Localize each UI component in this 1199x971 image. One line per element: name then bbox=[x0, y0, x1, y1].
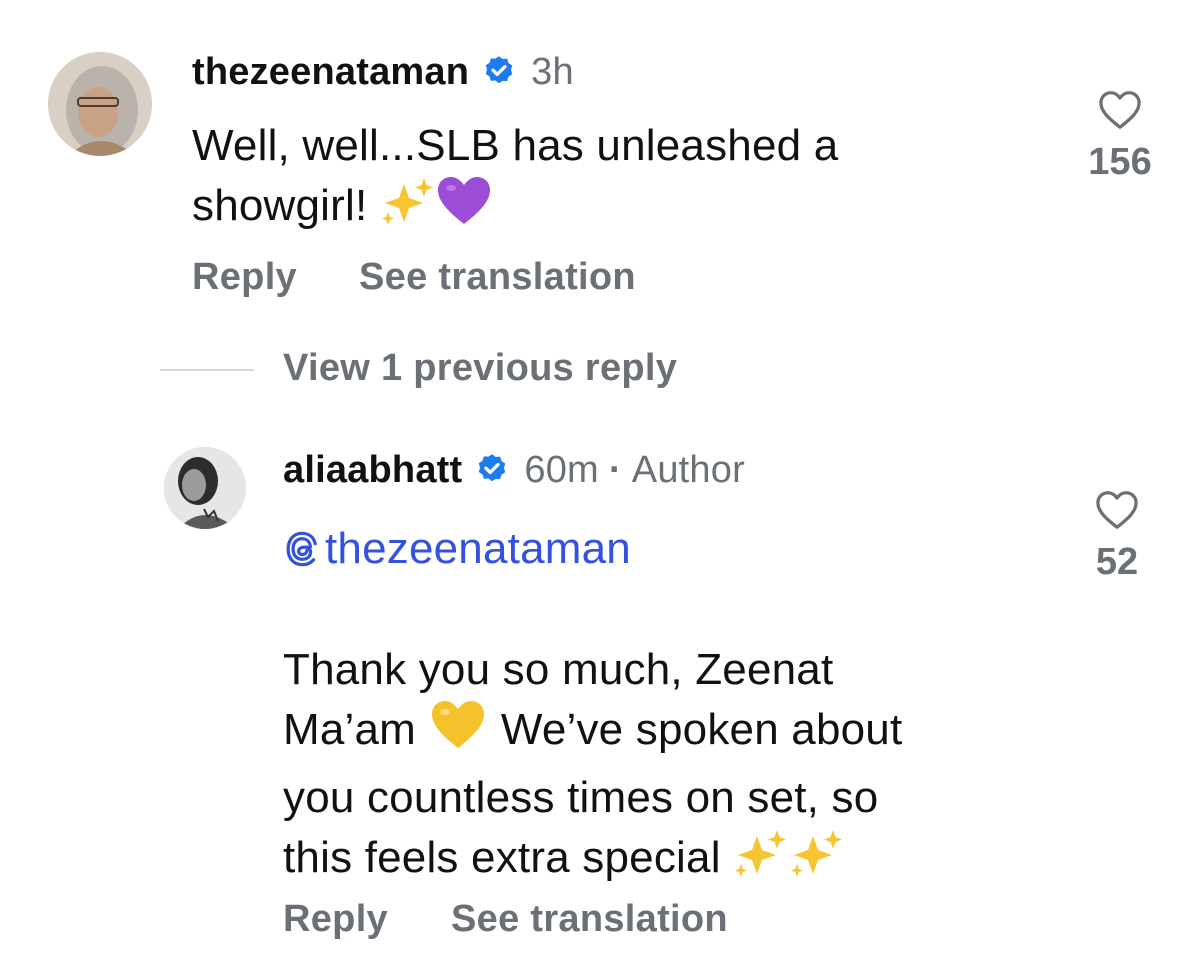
comment-text-line: Thank you so much, Zeenat bbox=[283, 645, 834, 694]
comment-text-line: Well, well...SLB has unleashed a bbox=[192, 121, 839, 170]
see-translation-button[interactable]: See translation bbox=[451, 898, 728, 941]
comment-text: Well, well...SLB has unleashed a showgir… bbox=[192, 116, 1012, 244]
verified-badge-icon bbox=[481, 54, 517, 90]
yellow-heart-emoji bbox=[428, 700, 488, 768]
see-translation-button[interactable]: See translation bbox=[359, 256, 636, 299]
username-text[interactable]: thezeenataman bbox=[192, 51, 469, 94]
comment-time: 60m bbox=[524, 448, 599, 491]
comment-text-line: you countless times on set, so bbox=[283, 773, 879, 822]
like-control[interactable]: 52 bbox=[1077, 490, 1157, 584]
comment-text-line: showgirl! bbox=[192, 181, 368, 230]
verified-badge-icon bbox=[474, 452, 510, 488]
mention-link[interactable]: thezeenataman bbox=[283, 519, 631, 579]
comment-username[interactable]: thezeenataman 3h bbox=[192, 48, 574, 96]
like-control[interactable]: 156 bbox=[1080, 90, 1160, 184]
view-previous-replies-button[interactable]: View 1 previous reply bbox=[283, 347, 677, 390]
mention-text[interactable]: thezeenataman bbox=[325, 519, 631, 579]
avatar[interactable] bbox=[48, 52, 152, 156]
sparkles-emoji bbox=[789, 828, 845, 896]
comment-text: Thank you so much, Zeenat Ma’am We’ve sp… bbox=[283, 640, 1063, 896]
comment-text-line: We’ve spoken about bbox=[500, 705, 903, 754]
like-count: 52 bbox=[1095, 541, 1139, 583]
reply-button[interactable]: Reply bbox=[283, 898, 388, 941]
separator-dot: · bbox=[608, 448, 622, 491]
purple-heart-emoji bbox=[436, 176, 492, 244]
comment-text-line: Ma’am bbox=[283, 705, 417, 754]
comment-time: 3h bbox=[531, 50, 574, 93]
reply-button[interactable]: Reply bbox=[192, 256, 297, 299]
heart-icon[interactable] bbox=[1098, 91, 1142, 134]
heart-icon[interactable] bbox=[1095, 491, 1139, 534]
username-text[interactable]: aliaabhatt bbox=[283, 449, 462, 492]
sparkles-emoji bbox=[733, 828, 789, 896]
author-label: Author bbox=[631, 448, 745, 491]
threads-icon bbox=[283, 529, 321, 569]
avatar[interactable] bbox=[164, 447, 246, 529]
sparkles-emoji bbox=[380, 176, 436, 244]
comment-username[interactable]: aliaabhatt 60m · Author bbox=[283, 446, 745, 494]
like-count: 156 bbox=[1088, 141, 1152, 183]
reply-divider bbox=[160, 369, 254, 371]
comment-text-line: this feels extra special bbox=[283, 833, 721, 882]
